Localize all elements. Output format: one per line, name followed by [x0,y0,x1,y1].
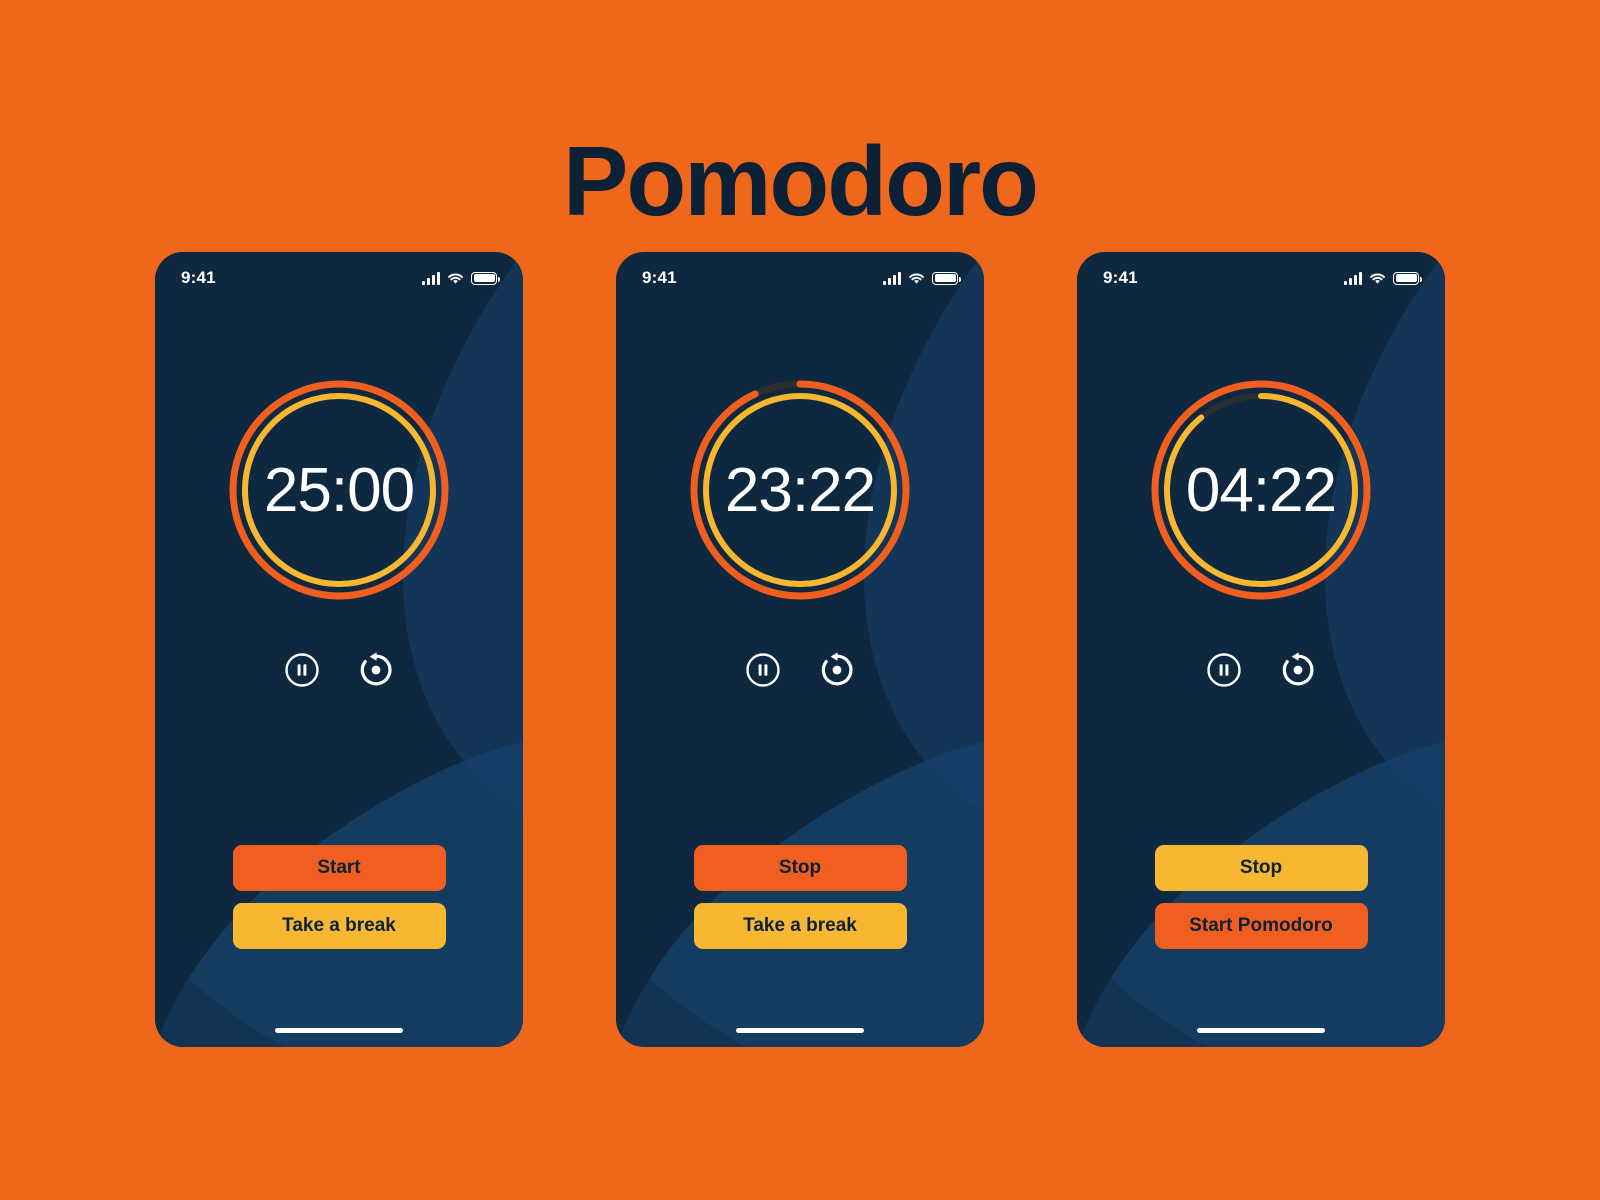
timer-dial: 25:00 [225,376,453,604]
timer-dial: 23:22 [686,376,914,604]
signal-bars-icon [1344,271,1362,285]
battery-icon [1393,271,1422,285]
signal-bars-icon [883,271,901,285]
action-buttons: Stop Take a break [616,845,984,949]
wifi-icon [448,273,463,284]
timer-dial-wrap: 04:22 [1077,376,1445,604]
status-bar-time: 9:41 [181,268,216,287]
pause-circle-icon[interactable] [284,652,320,688]
home-indicator[interactable] [275,1028,403,1033]
timer-readout-idle: 25:00 [263,455,415,525]
page-title: Pomodoro [563,125,1039,236]
battery-icon [932,271,961,285]
status-bar-icons [1344,271,1422,285]
action-button-start[interactable]: Start [232,845,446,891]
status-bar: 9:41 [616,252,984,304]
status-bar-time: 9:41 [1103,268,1138,287]
action-button-start-pomodoro[interactable]: Start Pomodoro [1154,903,1368,949]
home-indicator[interactable] [1197,1028,1325,1033]
action-buttons: Stop Start Pomodoro [1077,845,1445,949]
phone-mockup-idle: 9:41 25:00 Start Take a break [155,252,523,1047]
action-button-take-a-break[interactable]: Take a break [232,903,446,949]
battery-icon [471,271,500,285]
transport-controls [616,652,984,688]
status-bar-icons [883,271,961,285]
status-bar: 9:41 [155,252,523,304]
status-bar-icons [422,271,500,285]
phone-mockup-running-focus: 9:41 23:22 Stop Take a break [616,252,984,1047]
reset-rotate-icon[interactable] [1280,652,1316,688]
phone-mockup-running-break: 9:41 04:22 Stop Start Pomodoro [1077,252,1445,1047]
timer-readout-running-break: 04:22 [1185,455,1337,525]
transport-controls [1077,652,1445,688]
pause-circle-icon[interactable] [1206,652,1242,688]
phone-mockups-row: 9:41 25:00 Start Take a break 9:41 23:22… [155,252,1445,1047]
wifi-icon [1370,273,1385,284]
reset-rotate-icon[interactable] [358,652,394,688]
action-buttons: Start Take a break [155,845,523,949]
status-bar: 9:41 [1077,252,1445,304]
timer-dial-wrap: 23:22 [616,376,984,604]
wifi-icon [909,273,924,284]
home-indicator[interactable] [736,1028,864,1033]
reset-rotate-icon[interactable] [819,652,855,688]
transport-controls [155,652,523,688]
timer-readout-running-focus: 23:22 [724,455,876,525]
action-button-stop[interactable]: Stop [1154,845,1368,891]
action-button-stop[interactable]: Stop [693,845,907,891]
action-button-take-a-break[interactable]: Take a break [693,903,907,949]
timer-dial-wrap: 25:00 [155,376,523,604]
timer-dial: 04:22 [1147,376,1375,604]
signal-bars-icon [422,271,440,285]
status-bar-time: 9:41 [642,268,677,287]
pause-circle-icon[interactable] [745,652,781,688]
